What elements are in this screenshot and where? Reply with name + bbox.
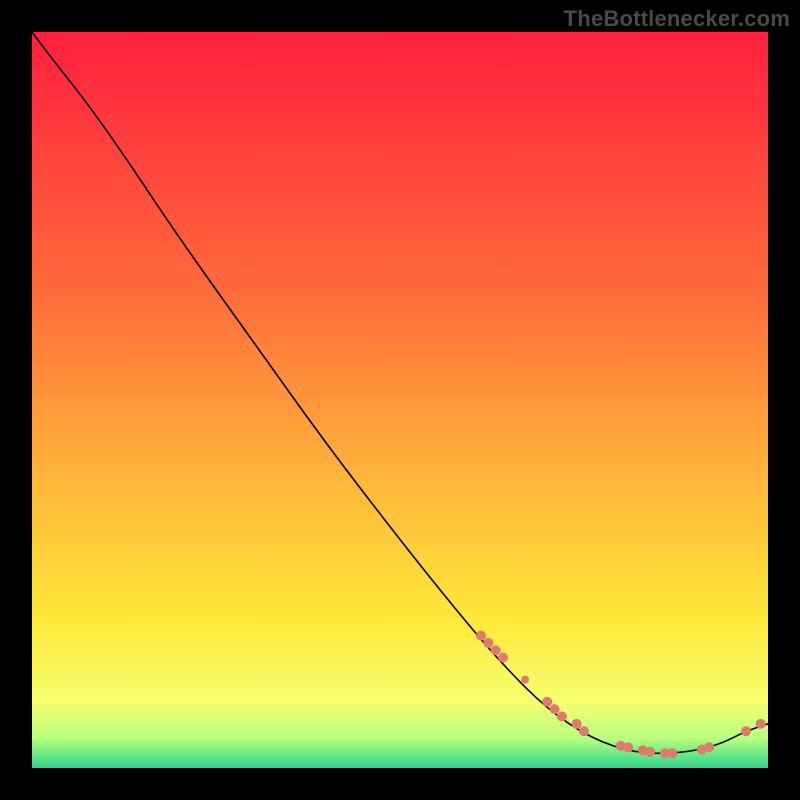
curve-marker bbox=[483, 638, 493, 648]
curve-marker bbox=[557, 711, 567, 721]
curve-marker bbox=[645, 747, 655, 757]
curve-marker bbox=[550, 704, 560, 714]
curve-marker bbox=[521, 676, 529, 684]
curve-marker bbox=[756, 719, 766, 729]
curve-marker bbox=[498, 653, 508, 663]
curve-marker bbox=[667, 748, 677, 758]
curve-markers bbox=[476, 631, 766, 759]
curve-marker bbox=[741, 726, 751, 736]
curve-marker bbox=[572, 719, 582, 729]
curve-marker bbox=[476, 631, 486, 641]
curve-marker bbox=[491, 645, 501, 655]
bottleneck-curve bbox=[32, 32, 768, 753]
plot-area bbox=[32, 32, 768, 768]
curve-marker bbox=[623, 742, 633, 752]
curve-marker bbox=[579, 726, 589, 736]
chart-svg bbox=[32, 32, 768, 768]
curve-marker bbox=[542, 697, 552, 707]
chart-root: TheBottlenecker.com bbox=[0, 0, 800, 800]
curve-marker bbox=[704, 742, 714, 752]
watermark-text: TheBottlenecker.com bbox=[564, 6, 790, 32]
